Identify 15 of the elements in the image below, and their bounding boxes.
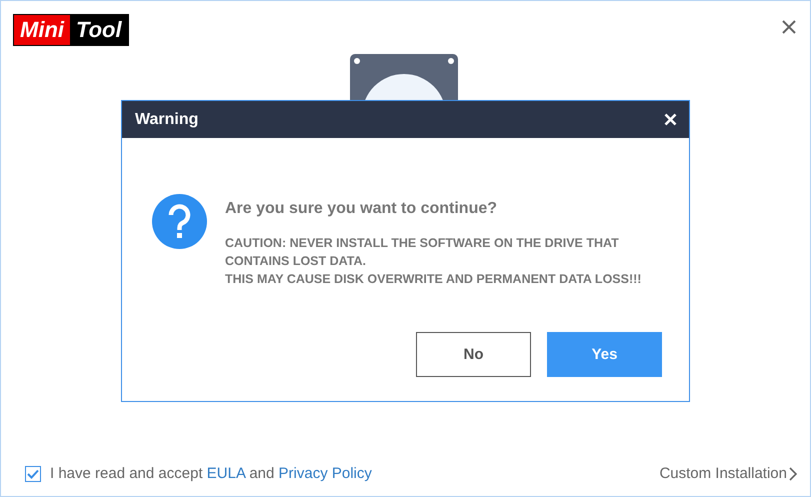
agree-checkbox[interactable] <box>25 466 41 482</box>
logo: Mini Tool <box>13 14 129 46</box>
chevron-right-icon <box>789 466 798 480</box>
eula-link[interactable]: EULA <box>206 465 246 482</box>
question-icon <box>152 194 207 249</box>
question-text: Are you sure you want to continue? <box>225 200 498 218</box>
yes-button[interactable]: Yes <box>547 332 662 377</box>
privacy-policy-link[interactable]: Privacy Policy <box>278 465 372 482</box>
custom-installation-link[interactable]: Custom Installation <box>659 465 798 482</box>
caution-text: CAUTION: NEVER INSTALL THE SOFTWARE ON THE DRIVE THAT CONTAINS LOST DATA. <box>225 235 620 270</box>
agreement-text: I have read and accept EULA and Privacy Policy <box>50 465 372 482</box>
dialog-title: Warning <box>135 110 198 128</box>
caution-text: THIS MAY CAUSE DISK OVERWRITE AND PERMANENT DATA LOSS!!! <box>225 271 642 288</box>
close-icon[interactable] <box>782 20 796 34</box>
no-button[interactable]: No <box>416 332 531 377</box>
